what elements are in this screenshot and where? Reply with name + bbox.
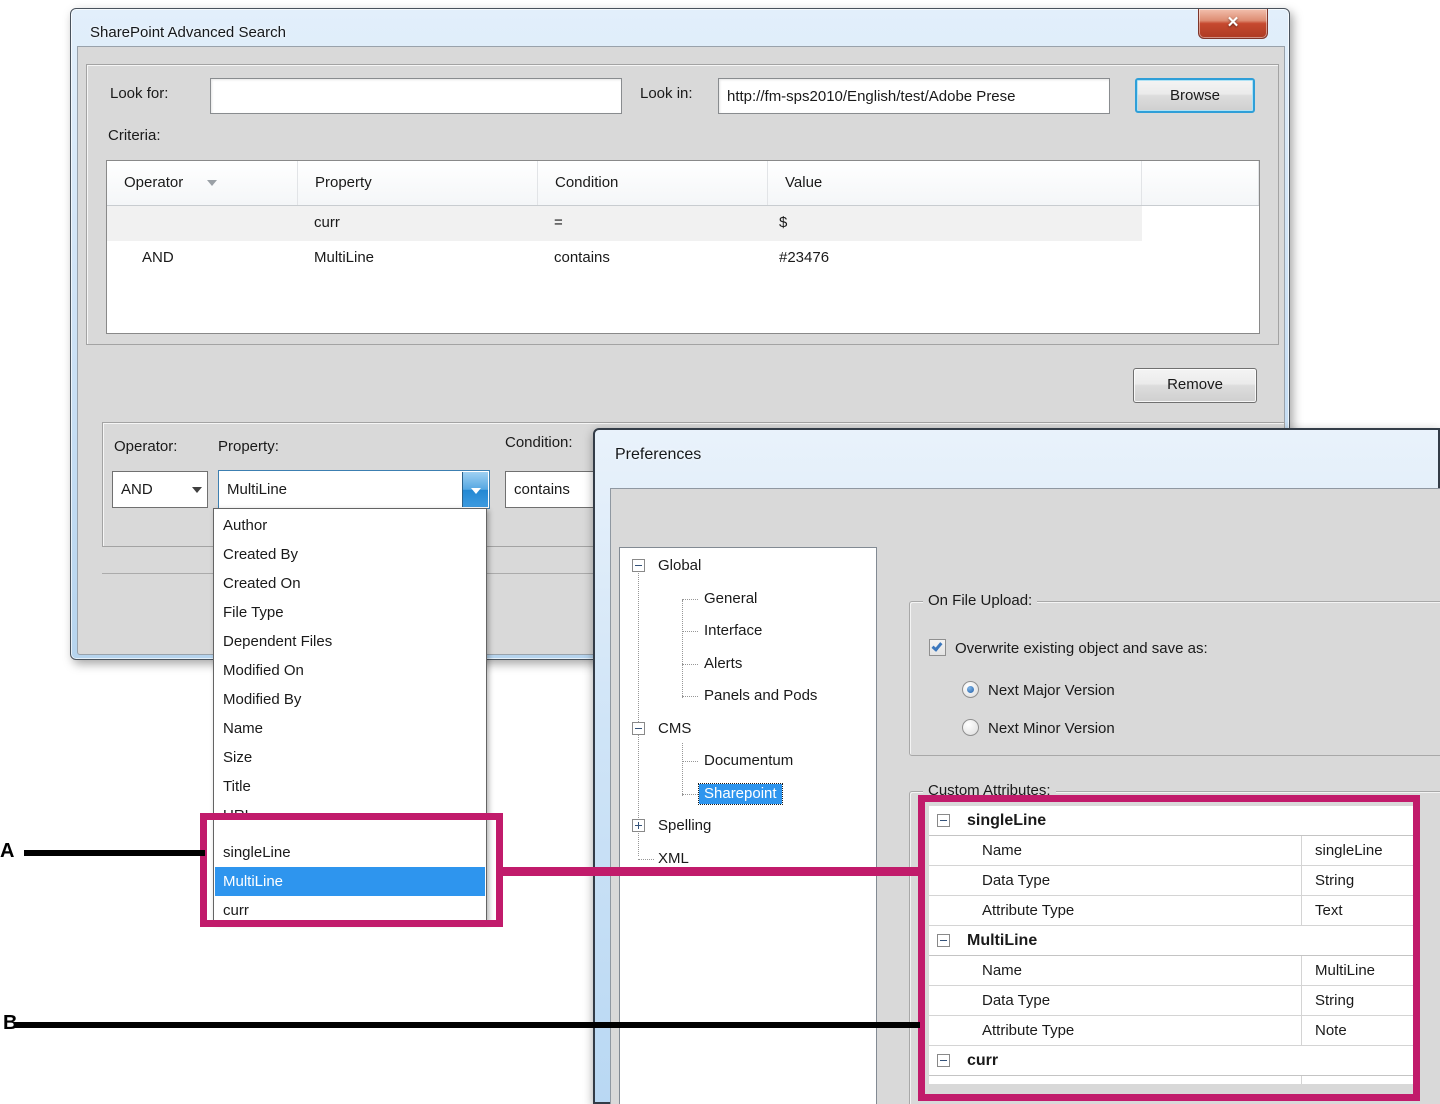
condition-label: Condition: [505,434,573,451]
callout-connector-a-b [503,867,918,876]
column-header-property[interactable]: Property [298,161,538,205]
tree-item-general[interactable]: General [620,589,874,611]
callout-line-b [14,1022,920,1028]
tree-connector [682,599,698,600]
property-label: Property: [218,438,279,455]
dropdown-item-created-by[interactable]: Created By [215,540,485,569]
collapse-icon[interactable] [632,559,645,572]
criteria-row-2[interactable]: AND MultiLine contains #23476 [107,241,1259,276]
dropdown-item-author[interactable]: Author [215,511,485,540]
criteria-label: Criteria: [108,127,161,144]
overwrite-checkbox-label: Overwrite existing object and save as: [955,640,1208,657]
criteria-row-1[interactable]: curr = $ [107,206,1259,241]
tree-item-interface[interactable]: Interface [620,621,874,643]
tree-item-spelling[interactable]: Spelling [620,816,874,838]
dropdown-item-created-on[interactable]: Created On [215,569,485,598]
column-header-value[interactable]: Value [768,161,1142,205]
tree-item-documentum[interactable]: Documentum [620,751,874,773]
next-major-version-radio[interactable] [962,681,979,698]
column-header-operator[interactable]: Operator [107,161,298,205]
chevron-down-icon [471,488,481,494]
tree-item-panels-and-pods[interactable]: Panels and Pods [620,686,874,708]
look-for-input[interactable] [210,78,622,114]
dropdown-item-title[interactable]: Title [215,772,485,801]
callout-box-b [918,795,1420,1101]
next-major-version-label: Next Major Version [988,682,1115,699]
tree-item-cms[interactable]: CMS [620,719,874,741]
callout-label-a: A [0,840,14,863]
dropdown-item-dependent-files[interactable]: Dependent Files [215,627,485,656]
callout-box-a [200,813,503,927]
dialog-title: Preferences [615,446,701,464]
close-button[interactable]: ✕ [1198,9,1268,39]
tree-connector [682,664,698,665]
tree-connector [682,794,698,795]
callout-line-a [24,850,205,856]
dropdown-item-modified-on[interactable]: Modified On [215,656,485,685]
look-in-label: Look in: [640,85,693,102]
tree-connector [638,570,639,856]
screen: SharePoint Advanced Search ✕ Look for: L… [0,0,1440,1104]
tree-connector [638,859,654,860]
tree-connector [682,761,698,762]
dropdown-item-modified-by[interactable]: Modified By [215,685,485,714]
column-header-condition[interactable]: Condition [538,161,768,205]
browse-button[interactable]: Browse [1135,78,1255,113]
next-minor-version-label: Next Minor Version [988,720,1115,737]
tree-item-sharepoint[interactable]: Sharepoint [620,784,874,806]
dropdown-item-size[interactable]: Size [215,743,485,772]
dialog-title: SharePoint Advanced Search [90,24,286,41]
property-combobox[interactable]: MultiLine [218,470,490,509]
expand-icon[interactable] [632,819,645,832]
tree-item-global[interactable]: Global [620,556,874,578]
sort-arrow-icon [207,180,217,186]
check-icon [931,640,942,652]
collapse-icon[interactable] [632,722,645,735]
criteria-table: Operator Property Condition Value [106,160,1260,334]
tree-connector [682,696,698,697]
look-in-input[interactable]: http://fm-sps2010/English/test/Adobe Pre… [718,78,1110,114]
operator-combobox[interactable]: AND [112,471,208,508]
tree-connector [682,600,683,698]
radio-dot-icon [967,686,974,693]
on-file-upload-legend: On File Upload: [923,592,1037,609]
on-file-upload-group: On File Upload: Overwrite existing objec… [909,601,1440,756]
tree-item-alerts[interactable]: Alerts [620,654,874,676]
tree-connector [682,631,698,632]
column-header-empty [1142,161,1259,205]
criteria-table-header: Operator Property Condition Value [107,161,1259,206]
dropdown-item-name[interactable]: Name [215,714,485,743]
look-for-label: Look for: [110,85,168,102]
preferences-tree-panel: Global General Interface Alerts Panels a… [619,547,877,1104]
chevron-down-icon [192,487,202,493]
overwrite-checkbox[interactable] [929,639,946,656]
remove-button[interactable]: Remove [1133,368,1257,403]
close-icon: ✕ [1227,14,1240,31]
next-minor-version-radio[interactable] [962,719,979,736]
dropdown-item-file-type[interactable]: File Type [215,598,485,627]
dropdown-button[interactable] [462,472,488,507]
operator-label: Operator: [114,438,177,455]
